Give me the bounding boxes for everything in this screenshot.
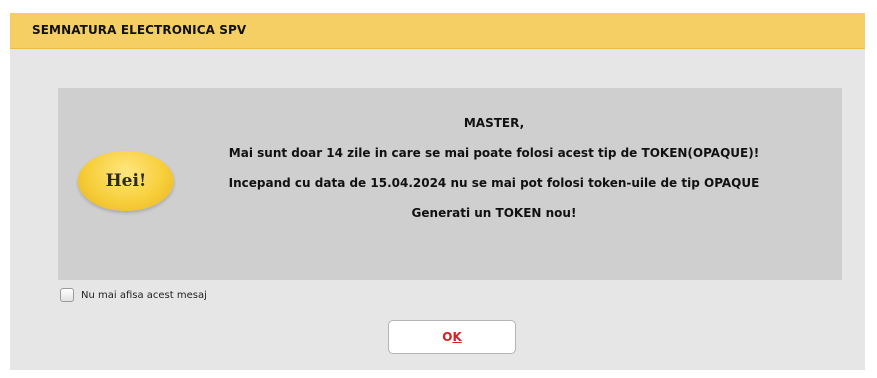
- ok-button-label: OK: [442, 330, 462, 344]
- message-greeting: MASTER,: [463, 116, 525, 130]
- ok-button[interactable]: OK: [388, 320, 516, 354]
- dialog-window: SEMNATURA ELECTRONICA SPV Hei! MASTER, M…: [10, 13, 865, 370]
- dialog-title: SEMNATURA ELECTRONICA SPV: [32, 23, 247, 37]
- message-text: MASTER, Mai sunt doar 14 zile in care se…: [188, 116, 800, 236]
- hei-badge-text: Hei!: [105, 171, 147, 191]
- dont-show-again-row[interactable]: Nu mai afisa acest mesaj: [60, 287, 207, 303]
- message-line-deadline: Incepand cu data de 15.04.2024 nu se mai…: [228, 176, 760, 190]
- hei-badge-icon: Hei!: [78, 151, 174, 211]
- ok-button-label-first: O: [442, 330, 453, 344]
- ok-button-label-mnemonic: K: [452, 330, 462, 344]
- message-panel: Hei! MASTER, Mai sunt doar 14 zile in ca…: [58, 88, 842, 280]
- message-line-days-left: Mai sunt doar 14 zile in care se mai poa…: [228, 146, 760, 160]
- dont-show-again-checkbox[interactable]: [60, 288, 74, 302]
- dialog-titlebar: SEMNATURA ELECTRONICA SPV: [10, 13, 865, 49]
- dont-show-again-label[interactable]: Nu mai afisa acest mesaj: [81, 290, 207, 301]
- message-line-action: Generati un TOKEN nou!: [411, 206, 577, 220]
